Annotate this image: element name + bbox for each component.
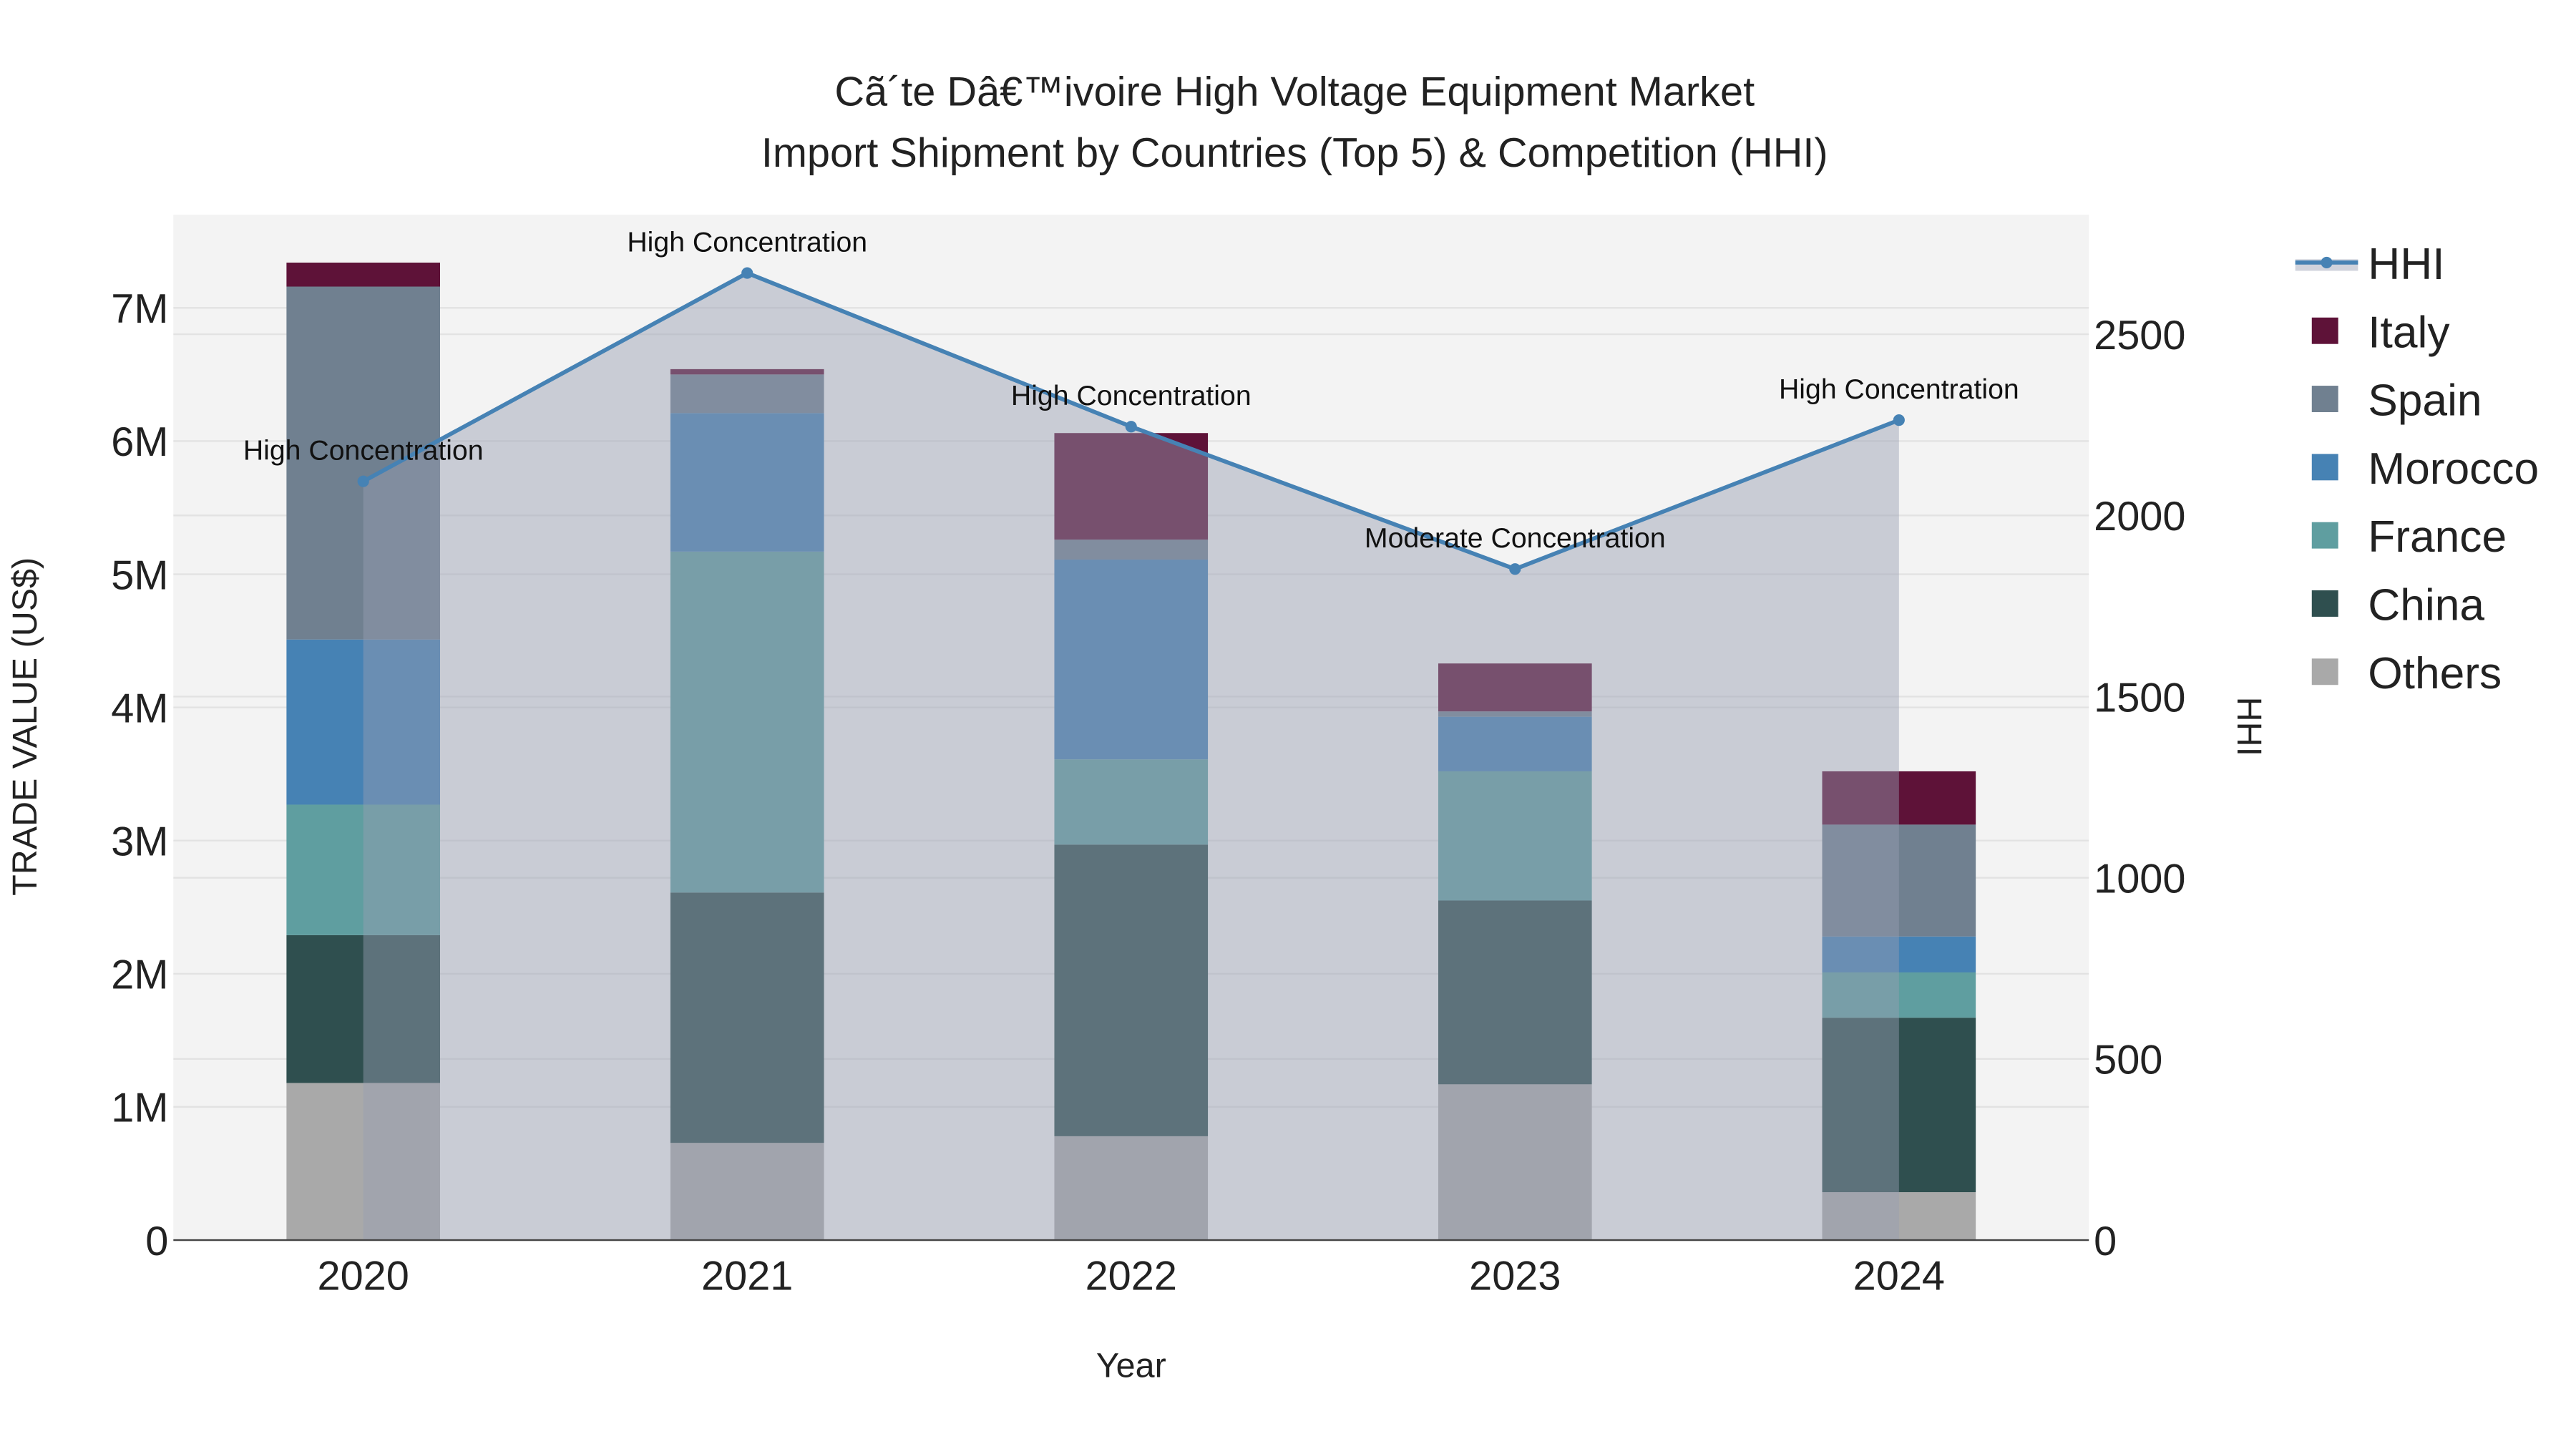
x-axis-title: Year xyxy=(1096,1347,1166,1385)
y-tick-label: 6M xyxy=(111,419,168,465)
legend: HHI Italy Spain Morocco France China Others xyxy=(2295,240,2539,698)
y-tick-label: 7M xyxy=(111,286,168,332)
chart-title-line1: Cã´te Dâ€™ivoire High Voltage Equipment … xyxy=(834,69,1755,115)
chart: Cã´te Dâ€™ivoire High Voltage Equipment … xyxy=(6,69,2539,1385)
y2-tick-label: 2000 xyxy=(2094,494,2185,540)
chart-title-line2: Import Shipment by Countries (Top 5) & C… xyxy=(761,130,1828,176)
y-tick-label: 4M xyxy=(111,686,168,731)
legend-label-china: China xyxy=(2368,581,2484,630)
y2-tick-label: 0 xyxy=(2094,1219,2117,1264)
legend-label-morocco: Morocco xyxy=(2368,444,2539,494)
y2-tick-label: 2500 xyxy=(2094,313,2185,358)
hhi-point-2024 xyxy=(1893,414,1905,426)
legend-label-spain: Spain xyxy=(2368,376,2482,426)
y2-tick-label: 1500 xyxy=(2094,675,2185,721)
legend-label-italy: Italy xyxy=(2368,308,2450,357)
hhi-annotation-2022: High Concentration xyxy=(1011,380,1252,411)
legend-swatch-italy xyxy=(2311,317,2338,344)
y-tick-label: 5M xyxy=(111,552,168,598)
y2-tick-label: 1000 xyxy=(2094,856,2185,902)
legend-swatch-spain xyxy=(2311,386,2338,412)
hhi-point-2021 xyxy=(741,267,753,279)
hhi-point-2022 xyxy=(1125,421,1137,433)
legend-swatch-china xyxy=(2311,590,2338,617)
legend-label-others: Others xyxy=(2368,649,2502,698)
y-tick-label: 0 xyxy=(145,1219,168,1264)
y2-tick-label: 500 xyxy=(2094,1038,2162,1083)
legend-label-france: France xyxy=(2368,512,2507,562)
legend-label-hhi: HHI xyxy=(2368,240,2444,289)
y-tick-label: 2M xyxy=(111,952,168,998)
x-tick-label: 2020 xyxy=(318,1253,409,1299)
y-tick-label: 1M xyxy=(111,1085,168,1131)
x-tick-label: 2024 xyxy=(1853,1253,1945,1299)
hhi-annotation-2020: High Concentration xyxy=(243,435,484,467)
hhi-point-2020 xyxy=(357,475,369,487)
legend-swatch-france xyxy=(2311,522,2338,549)
legend-swatch-morocco xyxy=(2311,454,2338,481)
hhi-annotation-2024: High Concentration xyxy=(1779,374,2019,405)
y2-axis-title: HHI xyxy=(2230,697,2268,756)
y-tick-label: 3M xyxy=(111,819,168,865)
x-tick-label: 2021 xyxy=(701,1253,793,1299)
hhi-annotation-2021: High Concentration xyxy=(627,227,867,258)
hhi-point-2023 xyxy=(1509,563,1521,575)
bar-italy-2020 xyxy=(286,263,440,287)
x-tick-label: 2023 xyxy=(1469,1253,1561,1299)
hhi-annotation-2023: Moderate Concentration xyxy=(1365,522,1666,554)
legend-swatch-hhi-marker xyxy=(2321,256,2333,268)
x-tick-label: 2022 xyxy=(1085,1253,1177,1299)
legend-swatch-others xyxy=(2311,658,2338,686)
y-axis-title: TRADE VALUE (US$) xyxy=(6,557,44,896)
